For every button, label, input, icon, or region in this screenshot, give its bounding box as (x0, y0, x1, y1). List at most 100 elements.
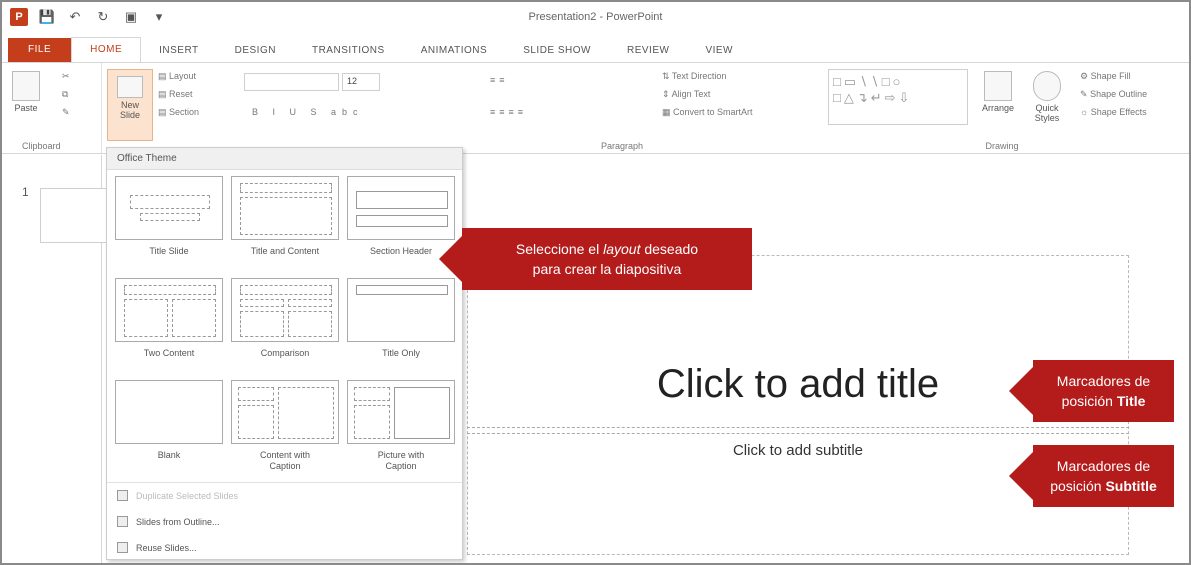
tab-animations[interactable]: ANIMATIONS (403, 39, 505, 63)
layout-box (354, 387, 390, 401)
paste-icon (12, 71, 40, 101)
layout-title-and-content[interactable]: Title and Content (231, 176, 339, 257)
layout-box (238, 387, 274, 401)
layout-blank[interactable]: Blank (115, 380, 223, 461)
tab-slide-show[interactable]: SLIDE SHOW (505, 39, 609, 63)
layout-gallery-dropdown: Office Theme Title Slide Title and Conte… (106, 147, 463, 560)
layout-two-content[interactable]: Two Content (115, 278, 223, 359)
duplicate-icon (117, 490, 128, 501)
callout-arrow (439, 235, 463, 283)
layout-name: Title and Content (250, 246, 320, 256)
layout-button[interactable]: ▤ Layout (158, 71, 196, 82)
layout-name: Two Content (143, 348, 195, 358)
smartart-icon: ▦ (662, 107, 671, 117)
layout-box (140, 213, 200, 221)
layout-title-slide[interactable]: Title Slide (115, 176, 223, 257)
arrange-button[interactable]: Arrange (982, 71, 1014, 113)
layout-picture-with-caption[interactable]: Picture with Caption (347, 380, 455, 472)
tab-design[interactable]: DESIGN (217, 39, 294, 63)
slide-thumbnails-pane: 1 (2, 155, 132, 563)
callout-line: Seleccione el layout deseado (516, 239, 698, 259)
callout-text: Marcadores de (1056, 373, 1151, 389)
shape-outline-button[interactable]: ✎ Shape Outline (1080, 89, 1147, 100)
menu-reuse-slides[interactable]: Reuse Slides... (117, 542, 197, 553)
shape-effects-button[interactable]: ☼ Shape Effects (1080, 107, 1147, 117)
layout-box (240, 299, 284, 307)
menu-duplicate-slides: Duplicate Selected Slides (117, 490, 238, 501)
tab-view[interactable]: VIEW (687, 39, 751, 63)
font-name-field[interactable] (244, 73, 339, 91)
paste-button[interactable]: Paste (12, 71, 40, 113)
shapes-gallery[interactable]: □▭∖∖□○ □△↴↵⇨⇩ (828, 69, 968, 125)
layout-content-with-caption[interactable]: Content with Caption (231, 380, 339, 472)
layout-box (356, 215, 448, 227)
tab-file[interactable]: FILE (8, 38, 72, 63)
layout-box (238, 405, 274, 439)
callout-text: para crear la diapositiva (532, 261, 682, 277)
callout-text: Title (1116, 393, 1146, 409)
format-painter-icon[interactable]: ✎ (62, 107, 70, 118)
paragraph-label: Paragraph (600, 141, 644, 151)
layout-comparison[interactable]: Comparison (231, 278, 339, 359)
reset-button[interactable]: ▤ Reset (158, 89, 193, 100)
layout-thumbnail (231, 176, 339, 240)
section-icon: ▤ (158, 107, 167, 117)
callout-arrow (1009, 452, 1033, 500)
menu-slides-from-outline[interactable]: Slides from Outline... (117, 516, 220, 527)
layout-name: Comparison (260, 348, 310, 358)
layout-name: Section Header (369, 246, 433, 256)
callout-line: posición Subtitle (1050, 476, 1157, 496)
convert-smartart-button[interactable]: ▦ Convert to SmartArt (662, 107, 753, 118)
title-bar: P 💾 ↶ ↻ ▣ ▾ Presentation2 - PowerPoint (2, 2, 1189, 35)
layout-box (130, 195, 210, 209)
font-size-field[interactable]: 12 (342, 73, 380, 91)
new-slide-icon (117, 76, 143, 98)
drawing-label: Drawing (985, 141, 1019, 151)
text-direction-icon: ⇅ (662, 71, 670, 81)
layout-box (240, 197, 332, 235)
callout-text: Seleccione el (515, 241, 604, 257)
callout-line: posición Title (1062, 391, 1146, 411)
layout-thumbnail (115, 380, 223, 444)
layout-box (240, 285, 332, 295)
shape-fill-icon: ⚙ (1080, 71, 1089, 81)
slide-number: 1 (22, 185, 29, 199)
gallery-header: Office Theme (107, 148, 462, 170)
layout-box (288, 299, 332, 307)
layout-title-only[interactable]: Title Only (347, 278, 455, 359)
text-direction-button[interactable]: ⇅ Text Direction (662, 71, 726, 82)
layout-box (354, 405, 390, 439)
callout-text: deseado (640, 241, 699, 257)
align-icons[interactable]: ≡≡≡≡ (490, 107, 527, 117)
quick-styles-button[interactable]: Quick Styles (1032, 71, 1062, 123)
layout-box (240, 311, 284, 337)
outline-icon (117, 516, 128, 527)
cut-icon[interactable]: ✂ (62, 71, 70, 82)
callout-text: layout (603, 241, 641, 257)
callout-text: posición (1061, 393, 1117, 409)
shape-outline-icon: ✎ (1080, 89, 1088, 99)
layout-name: Content with Caption (259, 450, 311, 471)
reuse-icon (117, 542, 128, 553)
tab-home[interactable]: HOME (71, 37, 142, 63)
callout-title-placeholder: Marcadores de posición Title (1033, 360, 1174, 422)
tab-transitions[interactable]: TRANSITIONS (294, 39, 403, 63)
layout-box (240, 183, 332, 193)
font-format-icons[interactable]: B I U S abc (252, 107, 364, 117)
layout-name: Picture with Caption (377, 450, 425, 471)
clipboard-group: Paste ✂ ⧉ ✎ Clipboard (2, 63, 102, 153)
window-title: Presentation2 - PowerPoint (528, 11, 663, 23)
tab-insert[interactable]: INSERT (141, 39, 217, 63)
tab-review[interactable]: REVIEW (609, 39, 687, 63)
align-text-icon: ⇕ (662, 89, 670, 99)
new-slide-button[interactable]: New Slide (107, 69, 153, 141)
layout-box (288, 311, 332, 337)
section-button[interactable]: ▤ Section (158, 107, 199, 118)
callout-arrow (1009, 367, 1033, 415)
layout-box (172, 299, 216, 337)
shape-fill-button[interactable]: ⚙ Shape Fill (1080, 71, 1131, 82)
bullets-icon[interactable]: ≡≡ (490, 75, 509, 85)
align-text-button[interactable]: ⇕ Align Text (662, 89, 710, 100)
layout-thumbnail (347, 278, 455, 342)
copy-icon[interactable]: ⧉ (62, 89, 68, 100)
